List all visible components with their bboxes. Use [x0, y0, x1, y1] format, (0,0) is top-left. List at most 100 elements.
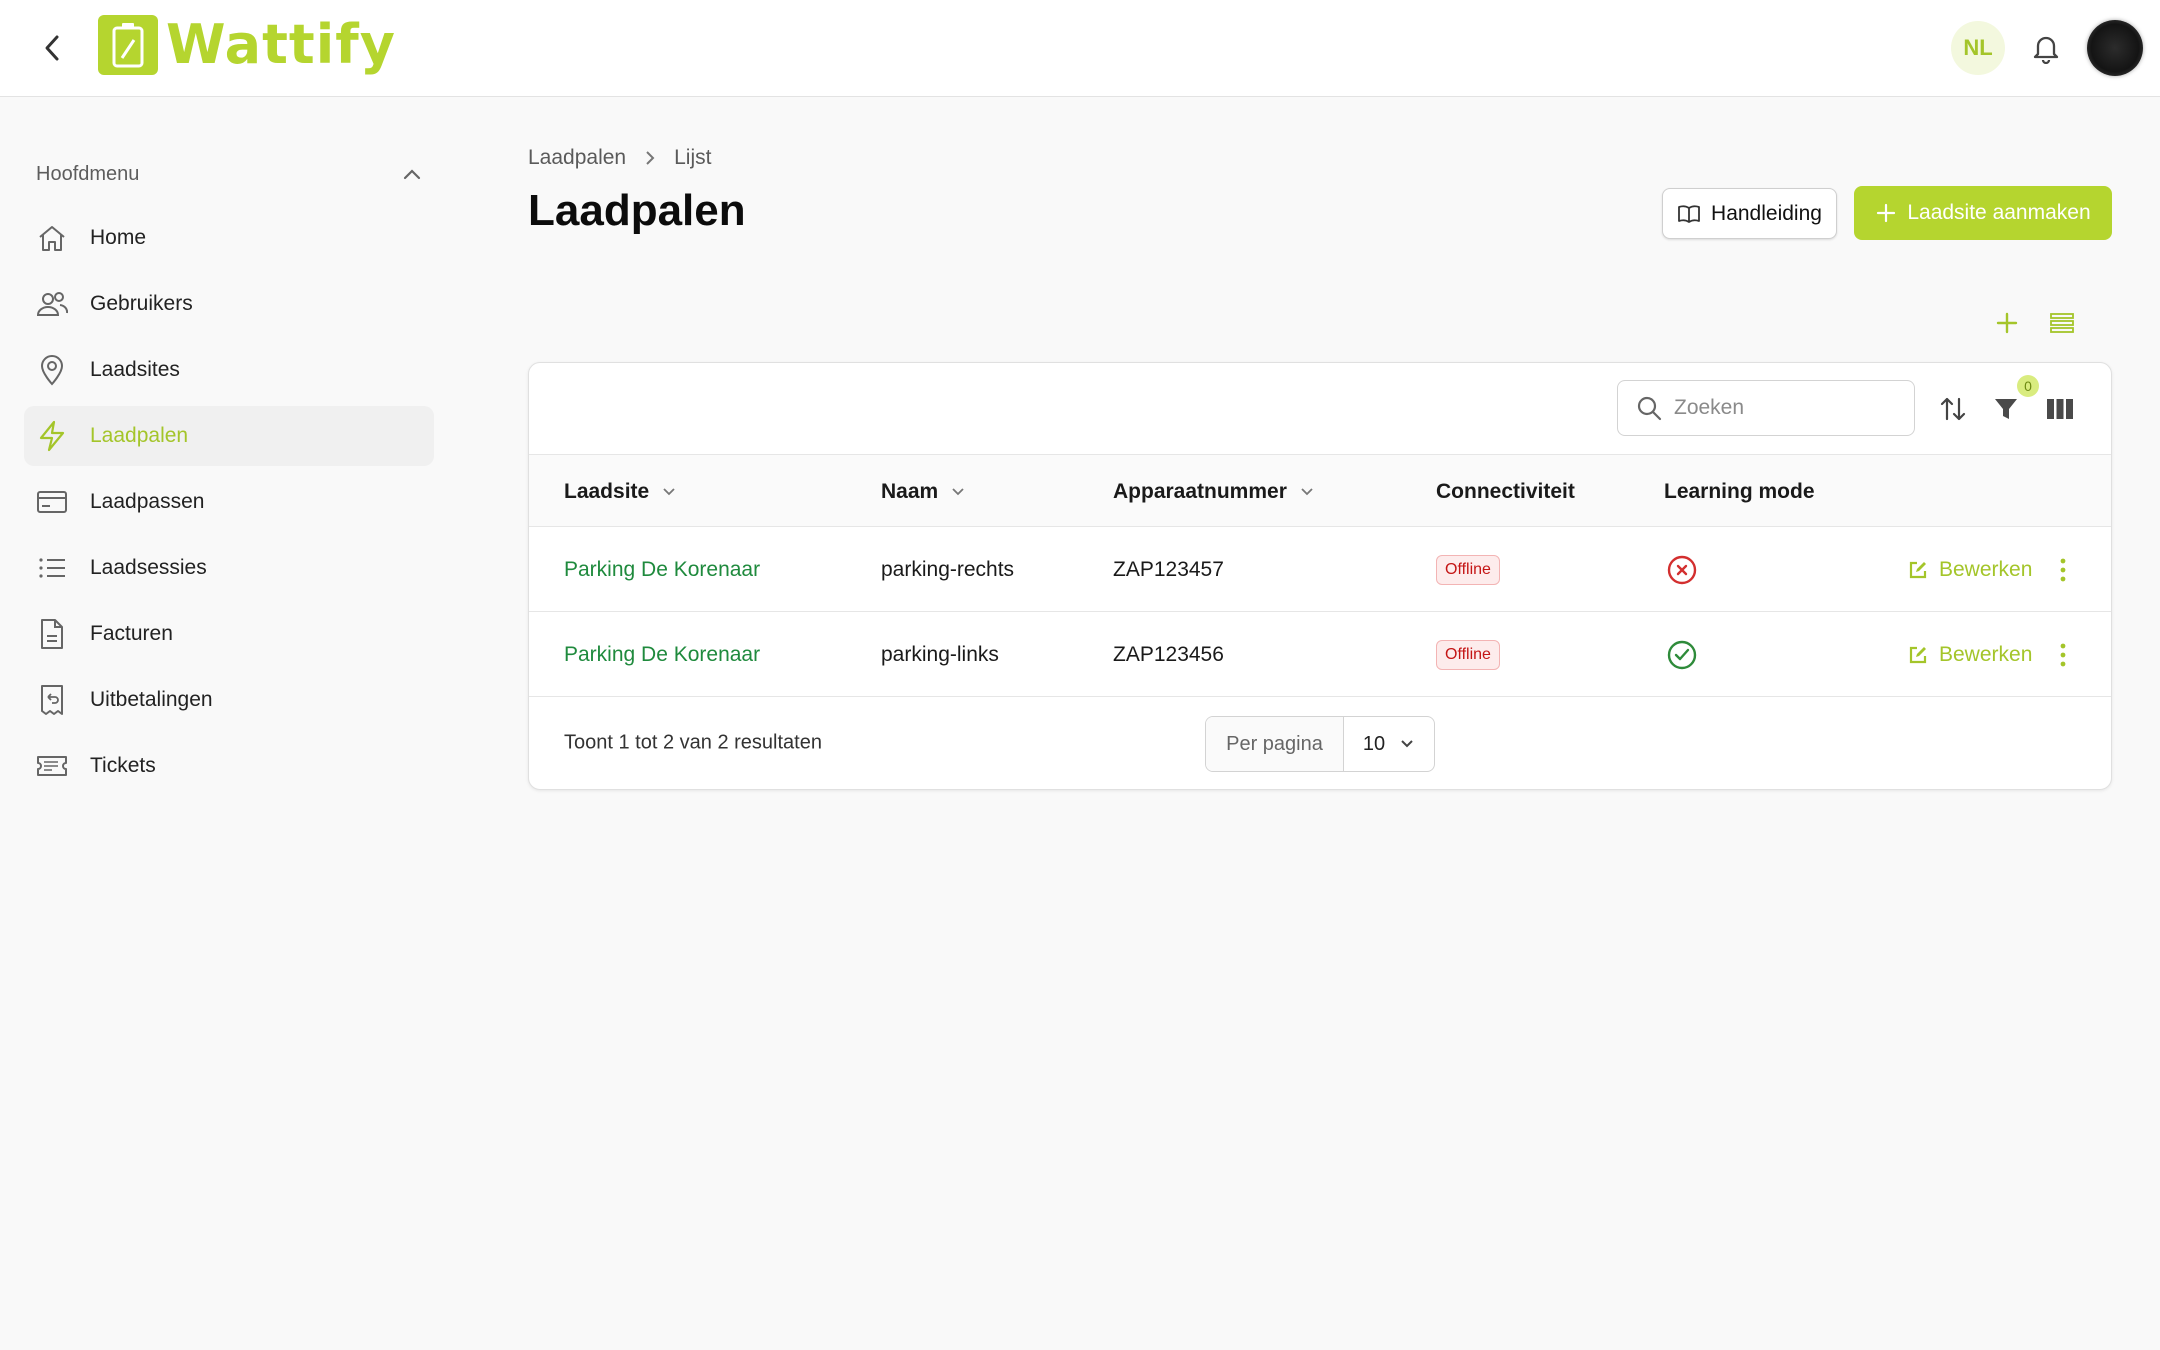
- sidebar-item-laadsites[interactable]: Laadsites: [24, 340, 434, 400]
- sidebar-section-toggle[interactable]: Hoofdmenu: [24, 140, 434, 208]
- cell-laadsite: Parking De Korenaar: [564, 527, 760, 612]
- results-summary: Toont 1 tot 2 van 2 resultaten: [564, 731, 822, 754]
- logo-text: Wattify: [166, 13, 396, 76]
- cell-learning-mode: [1666, 527, 1698, 612]
- view-toggle-button[interactable]: [2047, 308, 2077, 338]
- sidebar-item-label: Facturen: [90, 622, 173, 645]
- column-header-apparaatnummer[interactable]: Apparaatnummer: [1113, 455, 1315, 528]
- sidebar-item-gebruikers[interactable]: Gebruikers: [24, 274, 434, 334]
- create-site-button[interactable]: Laadsite aanmaken: [1854, 186, 2112, 240]
- search-input[interactable]: [1674, 396, 1894, 420]
- per-page-label: Per pagina: [1206, 717, 1344, 771]
- manual-button-label: Handleiding: [1711, 201, 1822, 225]
- sidebar-item-label: Laadpalen: [90, 424, 189, 447]
- breadcrumb: Laadpalen Lijst: [528, 146, 711, 170]
- manual-button[interactable]: Handleiding: [1662, 188, 1837, 239]
- plus-icon: [1996, 312, 2018, 334]
- language-switcher[interactable]: NL: [1951, 21, 2005, 75]
- notifications-button[interactable]: [2028, 28, 2064, 68]
- edit-button[interactable]: Bewerken: [1907, 643, 2032, 667]
- page-title: Laadpalen: [528, 186, 746, 235]
- sidebar-item-label: Home: [90, 226, 147, 249]
- columns-button[interactable]: [2044, 393, 2076, 425]
- search-icon: [1637, 396, 1662, 421]
- card-icon: [36, 486, 68, 518]
- chevron-left-icon: [45, 35, 59, 61]
- cell-connectiviteit: Offline: [1436, 527, 1500, 612]
- filter-button[interactable]: [1990, 393, 2022, 425]
- sidebar-item-laadpassen[interactable]: Laadpassen: [24, 472, 434, 532]
- column-header-label: Learning mode: [1664, 479, 1815, 503]
- column-header-label: Naam: [881, 479, 939, 503]
- rows-icon: [2050, 313, 2074, 333]
- sort-button[interactable]: [1937, 393, 1969, 425]
- edit-button-label: Bewerken: [1939, 557, 2033, 581]
- back-button[interactable]: [34, 30, 70, 66]
- breadcrumb-item[interactable]: Laadpalen: [528, 146, 626, 170]
- sidebar-item-label: Laadpassen: [90, 490, 205, 513]
- sidebar-item-laadpalen[interactable]: Laadpalen: [24, 406, 434, 466]
- list-icon: [36, 552, 68, 584]
- kebab-menu-icon: [2060, 558, 2066, 581]
- sidebar-item-home[interactable]: Home: [24, 208, 434, 268]
- table-card: 0 Laadsite Naam Apparaatnummer Connectiv…: [528, 362, 2112, 790]
- breadcrumb-item-current: Lijst: [674, 146, 712, 169]
- edit-button-label: Bewerken: [1939, 642, 2033, 666]
- sidebar-item-label: Gebruikers: [90, 292, 193, 315]
- filter-icon: [1995, 399, 2017, 419]
- more-options-button[interactable]: [2051, 552, 2075, 588]
- receipt-refund-icon: [36, 684, 68, 716]
- table-row: Parking De Korenaar parking-rechts ZAP12…: [529, 527, 2111, 612]
- column-header-connectiviteit: Connectiviteit: [1436, 455, 1575, 528]
- sidebar-item-tickets[interactable]: Tickets: [24, 736, 434, 796]
- sidebar-item-label: Laadsites: [90, 358, 180, 381]
- column-header-label: Laadsite: [564, 479, 650, 503]
- column-header-label: Apparaatnummer: [1113, 479, 1287, 503]
- per-page-value: 10: [1362, 732, 1386, 755]
- top-bar: Wattify NL: [0, 0, 2160, 97]
- x-circle-icon: [1667, 555, 1697, 584]
- laadsite-link[interactable]: Parking De Korenaar: [564, 643, 760, 667]
- cell-more: [2051, 527, 2075, 612]
- battery-logo-icon: [98, 15, 158, 75]
- per-page-select[interactable]: 10: [1344, 717, 1434, 771]
- lightning-icon: [36, 420, 68, 452]
- search-box[interactable]: [1617, 380, 1915, 436]
- sidebar-title: Hoofdmenu: [36, 162, 140, 185]
- more-options-button[interactable]: [2051, 637, 2075, 673]
- filter-count-badge: 0: [2017, 375, 2039, 397]
- avatar[interactable]: [2087, 20, 2143, 76]
- sidebar: Hoofdmenu Home Gebruikers Laadsites Laad…: [24, 140, 434, 802]
- cell-naam: parking-rechts: [881, 557, 1015, 581]
- column-header-laadsite[interactable]: Laadsite: [564, 455, 677, 528]
- document-icon: [36, 618, 68, 650]
- per-page-selector: Per pagina 10: [1205, 716, 1435, 772]
- sidebar-item-label: Uitbetalingen: [90, 688, 213, 711]
- column-header-learning-mode: Learning mode: [1664, 455, 1815, 528]
- sidebar-item-label: Laadsessies: [90, 556, 207, 579]
- add-row-button[interactable]: [1992, 308, 2022, 338]
- sidebar-item-uitbetalingen[interactable]: Uitbetalingen: [24, 670, 434, 730]
- book-open-icon: [1678, 204, 1700, 223]
- column-header-naam[interactable]: Naam: [881, 455, 966, 528]
- chevron-up-icon: [403, 169, 421, 180]
- cell-more: [2051, 612, 2075, 697]
- table-row: Parking De Korenaar parking-links ZAP123…: [529, 612, 2111, 697]
- edit-button[interactable]: Bewerken: [1907, 558, 2032, 582]
- map-pin-icon: [36, 354, 68, 386]
- sidebar-item-facturen[interactable]: Facturen: [24, 604, 434, 664]
- cell-apparaatnummer: ZAP123457: [1113, 557, 1224, 581]
- plus-icon: [1877, 203, 1896, 223]
- logo[interactable]: Wattify: [98, 14, 396, 76]
- edit-icon: [1909, 561, 1927, 578]
- chevron-down-icon: [1301, 487, 1313, 495]
- kebab-menu-icon: [2060, 643, 2066, 666]
- chevron-down-icon: [952, 487, 964, 495]
- laadsite-link[interactable]: Parking De Korenaar: [564, 558, 760, 582]
- cell-learning-mode: [1666, 612, 1698, 697]
- sort-arrows-icon: [1940, 397, 1966, 421]
- cell-connectiviteit: Offline: [1436, 612, 1500, 697]
- edit-icon: [1909, 646, 1927, 663]
- sidebar-item-laadsessies[interactable]: Laadsessies: [24, 538, 434, 598]
- table-header: Laadsite Naam Apparaatnummer Connectivit…: [529, 454, 2111, 527]
